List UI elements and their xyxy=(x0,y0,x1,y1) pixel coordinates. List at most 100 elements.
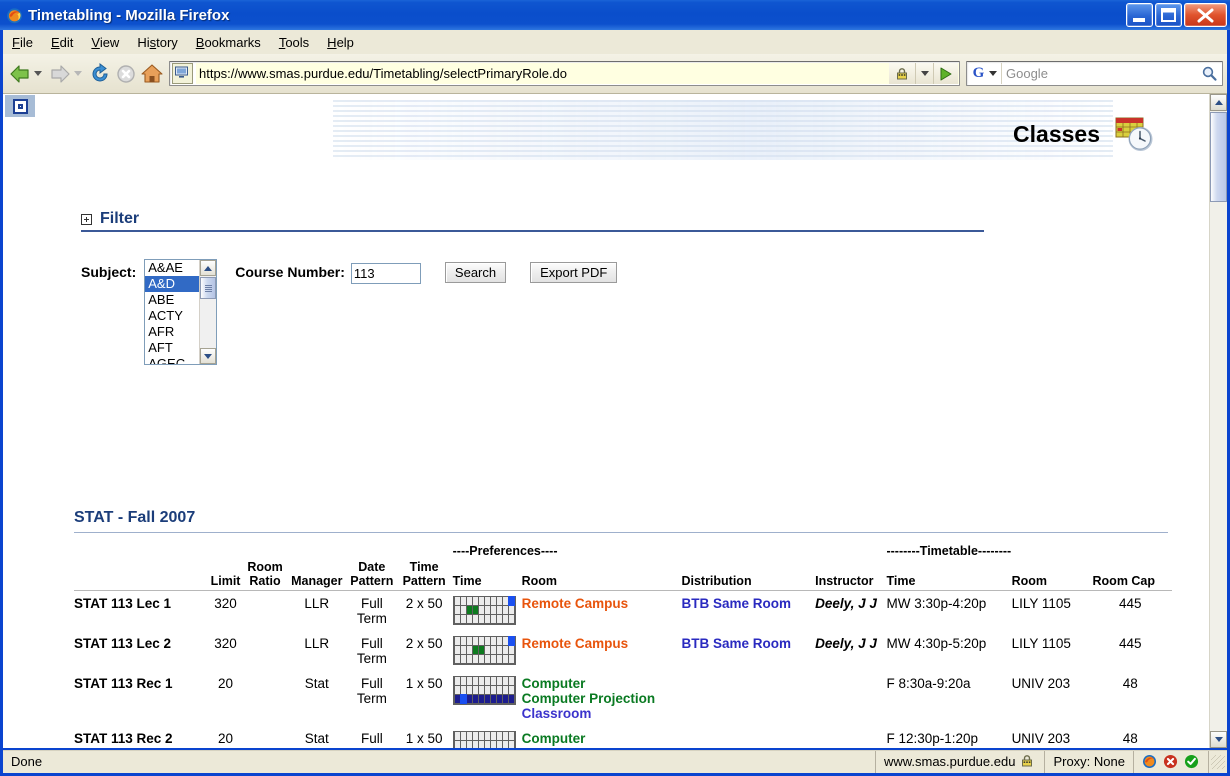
course-number-input[interactable]: 113 xyxy=(350,263,421,284)
search-engine-dropdown-icon[interactable] xyxy=(989,71,997,76)
cell-distribution[interactable]: BTB Same Room xyxy=(681,591,815,632)
error-status-icon[interactable] xyxy=(1163,754,1179,770)
time-preference-grid[interactable] xyxy=(452,676,516,705)
timetable-group-label: --------Timetable-------- xyxy=(886,544,1012,558)
col-name xyxy=(74,560,211,591)
menu-edit[interactable]: Edit xyxy=(43,33,81,52)
cell-time-pattern: 1 x 50 xyxy=(405,676,443,691)
url-bar-right xyxy=(889,63,959,84)
cell-date-pattern: Full Term xyxy=(357,731,387,748)
menu-bookmarks[interactable]: Bookmarks xyxy=(188,33,269,52)
page-scrollbar[interactable] xyxy=(1209,94,1227,748)
pref-room-item[interactable]: Remote Campus xyxy=(522,596,678,611)
table-row[interactable]: STAT 113 Rec 2 20 Stat Full Term 1 x 50 Compu… xyxy=(74,726,1172,748)
cell-pref-time[interactable] xyxy=(452,671,522,726)
search-bar[interactable]: G Google xyxy=(966,61,1223,86)
scroll-down-icon[interactable] xyxy=(200,348,217,364)
page-scrollbar-thumb[interactable] xyxy=(1210,112,1227,202)
pref-room-item[interactable]: Computer Projection xyxy=(522,691,678,706)
cell-limit: 320 xyxy=(214,596,237,611)
cell-pref-time[interactable] xyxy=(452,726,522,748)
cell-pref-room: ComputerComputer ProjectionClassroom xyxy=(522,726,682,748)
pref-room-item[interactable]: Computer Projection xyxy=(522,746,678,748)
cell-class-name[interactable]: STAT 113 Rec 2 xyxy=(74,726,211,748)
url-dropdown-icon[interactable] xyxy=(915,63,933,84)
subject-option[interactable]: A&AE xyxy=(145,260,199,276)
menu-tools[interactable]: Tools xyxy=(271,33,317,52)
subject-options: A&AE A&D ABE ACTY AFR AFT AGEC xyxy=(145,260,200,364)
cell-pref-time[interactable] xyxy=(452,631,522,671)
table-row[interactable]: STAT 113 Rec 1 20 Stat Full Term 1 x 50 Compu… xyxy=(74,671,1172,726)
home-button[interactable] xyxy=(139,61,165,87)
col-tt-room: Room xyxy=(1011,560,1093,591)
subject-option[interactable]: ACTY xyxy=(145,308,199,324)
firefox-status-icon[interactable] xyxy=(1142,754,1158,770)
cell-room-ratio xyxy=(245,726,290,748)
search-button[interactable]: Search xyxy=(444,262,507,283)
page-viewport: Classes Filter Subject: A&AE A&D ABE ACT… xyxy=(3,94,1210,748)
status-message: Done xyxy=(3,751,876,773)
cell-time-pattern: 2 x 50 xyxy=(405,636,443,651)
menu-file[interactable]: File xyxy=(4,33,41,52)
cell-instructor xyxy=(815,726,886,748)
search-input[interactable]: Google xyxy=(1001,63,1196,84)
back-button[interactable] xyxy=(7,61,33,87)
cell-class-name[interactable]: STAT 113 Rec 1 xyxy=(74,671,211,726)
close-button[interactable] xyxy=(1184,3,1227,27)
title-bar: Timetabling - Mozilla Firefox xyxy=(0,0,1230,30)
search-submit-icon[interactable] xyxy=(1196,63,1222,84)
subject-listbox[interactable]: A&AE A&D ABE ACTY AFR AFT AGEC xyxy=(144,259,218,365)
minimize-button[interactable] xyxy=(1126,3,1153,27)
cell-manager: LLR xyxy=(304,636,330,651)
menu-help[interactable]: Help xyxy=(319,33,362,52)
table-row[interactable]: STAT 113 Lec 1 320 LLR Full Term 2 x 50 Remot… xyxy=(74,591,1172,632)
go-button[interactable] xyxy=(933,63,958,84)
filter-section-header[interactable]: Filter xyxy=(81,210,984,232)
col-pref-room: Room xyxy=(521,560,682,591)
url-bar[interactable]: https://www.smas.purdue.edu/Timetabling/… xyxy=(169,61,960,86)
page-banner: Classes xyxy=(3,94,1210,164)
reload-button[interactable] xyxy=(87,61,113,87)
scroll-up-icon[interactable] xyxy=(200,260,217,276)
scrollbar-thumb[interactable] xyxy=(200,277,217,299)
window-title: Timetabling - Mozilla Firefox xyxy=(28,6,230,24)
cell-class-name[interactable]: STAT 113 Lec 2 xyxy=(74,631,211,671)
pref-room-item[interactable]: Remote Campus xyxy=(522,636,678,651)
cell-tt-room-cap: 445 xyxy=(1118,596,1142,611)
subject-scrollbar[interactable] xyxy=(199,260,217,364)
pref-room-item[interactable]: Computer xyxy=(522,731,678,746)
back-dropdown-icon[interactable] xyxy=(34,71,42,76)
maximize-button[interactable] xyxy=(1155,3,1182,27)
cell-class-name[interactable]: STAT 113 Lec 1 xyxy=(74,591,211,632)
ok-status-icon[interactable] xyxy=(1184,754,1200,770)
cell-tt-room: LILY 1105 xyxy=(1011,636,1071,651)
subject-option-selected[interactable]: A&D xyxy=(145,276,200,292)
table-row[interactable]: STAT 113 Lec 2 320 LLR Full Term 2 x 50 Remot… xyxy=(74,631,1172,671)
col-room-ratio: Room Ratio xyxy=(244,560,290,591)
subject-option[interactable]: AFT xyxy=(145,340,199,356)
cell-tt-time: MW 3:30p-4:20p xyxy=(886,596,987,611)
menu-history[interactable]: History xyxy=(129,33,185,52)
time-preference-grid[interactable] xyxy=(452,636,516,665)
search-placeholder: Google xyxy=(1006,66,1048,81)
pref-room-item[interactable]: Computer xyxy=(522,676,678,691)
resize-grip[interactable] xyxy=(1211,755,1225,769)
page-scroll-up-icon[interactable] xyxy=(1210,94,1227,111)
classes-table-body: STAT 113 Lec 1 320 LLR Full Term 2 x 50 Remot… xyxy=(74,591,1172,748)
time-preference-grid[interactable] xyxy=(452,596,516,625)
export-pdf-button[interactable]: Export PDF xyxy=(530,262,618,283)
cell-tt-room: UNIV 203 xyxy=(1011,676,1071,691)
subject-option[interactable]: AFR xyxy=(145,324,199,340)
expand-plus-icon[interactable] xyxy=(81,213,92,225)
page-scroll-down-icon[interactable] xyxy=(1210,731,1227,748)
subject-option[interactable]: AGEC xyxy=(145,356,199,364)
cell-pref-time[interactable] xyxy=(452,591,522,632)
cell-distribution[interactable]: BTB Same Room xyxy=(681,631,815,671)
page-favicon-icon xyxy=(172,63,193,84)
pref-room-item[interactable]: Classroom xyxy=(522,706,678,721)
menu-view[interactable]: View xyxy=(83,33,127,52)
col-instructor: Instructor xyxy=(815,560,887,591)
url-text[interactable]: https://www.smas.purdue.edu/Timetabling/… xyxy=(196,63,889,84)
subject-option[interactable]: ABE xyxy=(145,292,199,308)
time-preference-grid[interactable] xyxy=(452,731,516,748)
